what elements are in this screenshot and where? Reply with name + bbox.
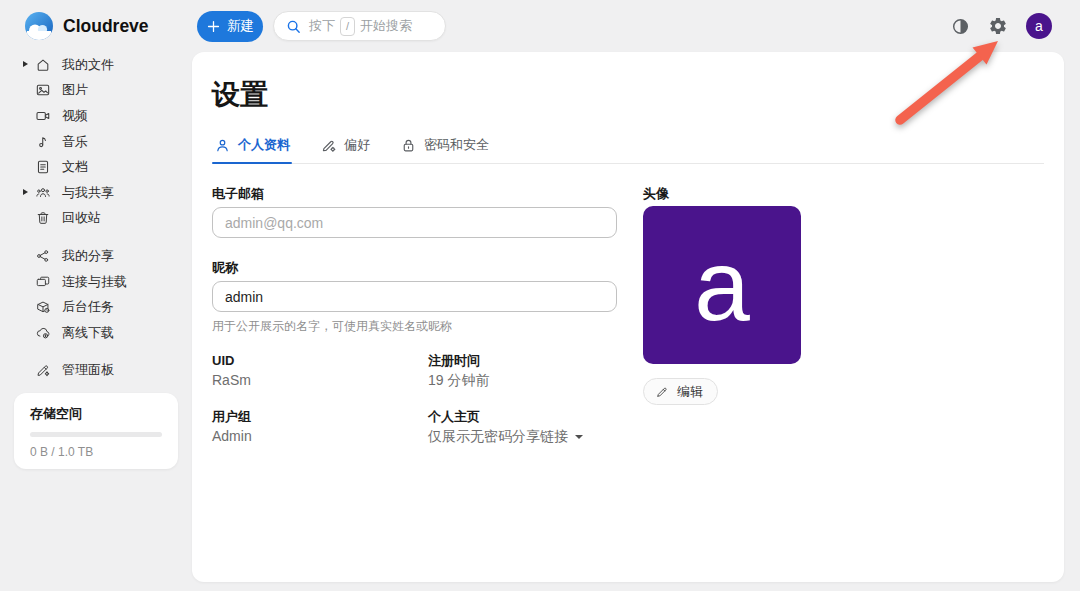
slash-key-badge: / [340,17,355,36]
share-icon [35,248,51,264]
sidebar-item-background-tasks[interactable]: 后台任务 [0,294,192,320]
sidebar-item-my-files[interactable]: 我的文件 [0,52,192,78]
annotation-arrow [880,28,1010,133]
search-icon [285,18,302,35]
offline-download-icon [35,325,51,341]
sidebar-item-label: 图片 [62,81,88,99]
avatar-edit-label: 编辑 [677,383,703,401]
avatar-label: 头像 [643,186,801,201]
sidebar-item-images[interactable]: 图片 [0,78,192,104]
homepage-select[interactable]: 仅展示无密码分享链接 [428,428,1044,446]
sidebar-item-documents[interactable]: 文档 [0,154,192,180]
user-avatar[interactable]: a [1026,13,1052,39]
new-button[interactable]: 新建 [197,11,263,42]
sidebar-item-trash[interactable]: 回收站 [0,206,192,232]
image-icon [35,82,51,98]
group-label: 用户组 [212,409,428,424]
nickname-help: 用于公开展示的名字，可使用真实姓名或昵称 [212,318,1044,335]
expand-arrow-icon[interactable] [23,189,28,195]
search-placeholder-suffix: 开始搜索 [360,17,412,35]
plus-icon [205,18,222,35]
search-placeholder-prefix: 按下 [309,17,335,35]
video-icon [35,108,51,124]
sidebar-item-label: 离线下载 [62,324,114,342]
connect-icon [35,274,51,290]
profile-form: 电子邮箱 admin@qq.com 昵称 admin 用于公开展示的名字，可使用… [212,164,1044,446]
sidebar-item-admin-panel[interactable]: 管理面板 [0,358,192,384]
sidebar-item-my-shares[interactable]: 我的分享 [0,243,192,269]
people-icon [35,185,51,201]
cloudreve-logo-icon [25,12,53,40]
sidebar-item-music[interactable]: 音乐 [0,129,192,155]
email-field[interactable]: admin@qq.com [212,207,617,238]
sidebar-item-label: 回收站 [62,209,101,227]
storage-usage: 0 B / 1.0 TB [30,445,162,459]
storage-progress-bar [30,432,162,437]
sidebar-item-videos[interactable]: 视频 [0,103,192,129]
pencil-icon [655,385,669,399]
sidebar-divider [0,231,192,243]
sidebar-item-label: 我的分享 [62,247,114,265]
music-icon [35,134,51,150]
sidebar-divider [0,346,192,358]
homepage-value: 仅展示无密码分享链接 [428,428,568,446]
homepage-cell: 个人主页 仅展示无密码分享链接 [428,409,1044,446]
sidebar-item-offline-download[interactable]: 离线下载 [0,320,192,346]
sidebar-item-label: 文档 [62,158,88,176]
avatar-image: a [643,206,801,364]
group-value: Admin [212,428,428,444]
sidebar-item-label: 视频 [62,107,88,125]
chevron-down-icon [575,435,583,439]
uid-cell: UID RaSm [212,353,428,390]
brand: Cloudreve [25,12,197,40]
sidebar-item-label: 与我共享 [62,184,114,202]
tab-label: 个人资料 [238,136,290,154]
nickname-label: 昵称 [212,260,1044,275]
uid-label: UID [212,353,428,368]
admin-icon [35,362,51,378]
sidebar: 我的文件 图片 视频 音乐 文档 与我共享 回收站 我的分享 连接与挂载 后台任… [0,52,192,469]
sidebar-item-label: 管理面板 [62,361,114,379]
sidebar-item-connections[interactable]: 连接与挂载 [0,269,192,295]
storage-title: 存储空间 [30,405,162,423]
pen-gear-icon [320,137,337,154]
sidebar-item-label: 后台任务 [62,298,114,316]
homepage-label: 个人主页 [428,409,1044,424]
trash-icon [35,210,51,226]
new-button-label: 新建 [227,17,254,35]
tab-label: 偏好 [344,136,370,154]
uid-value: RaSm [212,372,428,388]
document-icon [35,159,51,175]
tab-preferences[interactable]: 偏好 [318,136,372,163]
tab-label: 密码和安全 [424,136,489,154]
expand-arrow-icon[interactable] [23,61,28,67]
tab-security[interactable]: 密码和安全 [398,136,491,163]
storage-card: 存储空间 0 B / 1.0 TB [14,393,178,469]
sidebar-item-label: 我的文件 [62,56,114,74]
lock-icon [400,137,417,154]
brand-name: Cloudreve [63,16,149,37]
tasks-icon [35,299,51,315]
email-label: 电子邮箱 [212,186,1044,201]
avatar-section: 头像 a 编辑 [643,186,801,405]
home-icon [35,57,51,73]
sidebar-item-label: 连接与挂载 [62,273,127,291]
search-input[interactable]: 按下 / 开始搜索 [273,11,446,41]
person-icon [214,137,231,154]
sidebar-item-shared-with-me[interactable]: 与我共享 [0,180,192,206]
group-cell: 用户组 Admin [212,409,428,446]
sidebar-item-label: 音乐 [62,133,88,151]
tabs: 个人资料 偏好 密码和安全 [212,136,1044,164]
avatar-edit-button[interactable]: 编辑 [643,378,718,405]
nickname-field[interactable]: admin [212,281,617,312]
tab-profile[interactable]: 个人资料 [212,136,292,163]
